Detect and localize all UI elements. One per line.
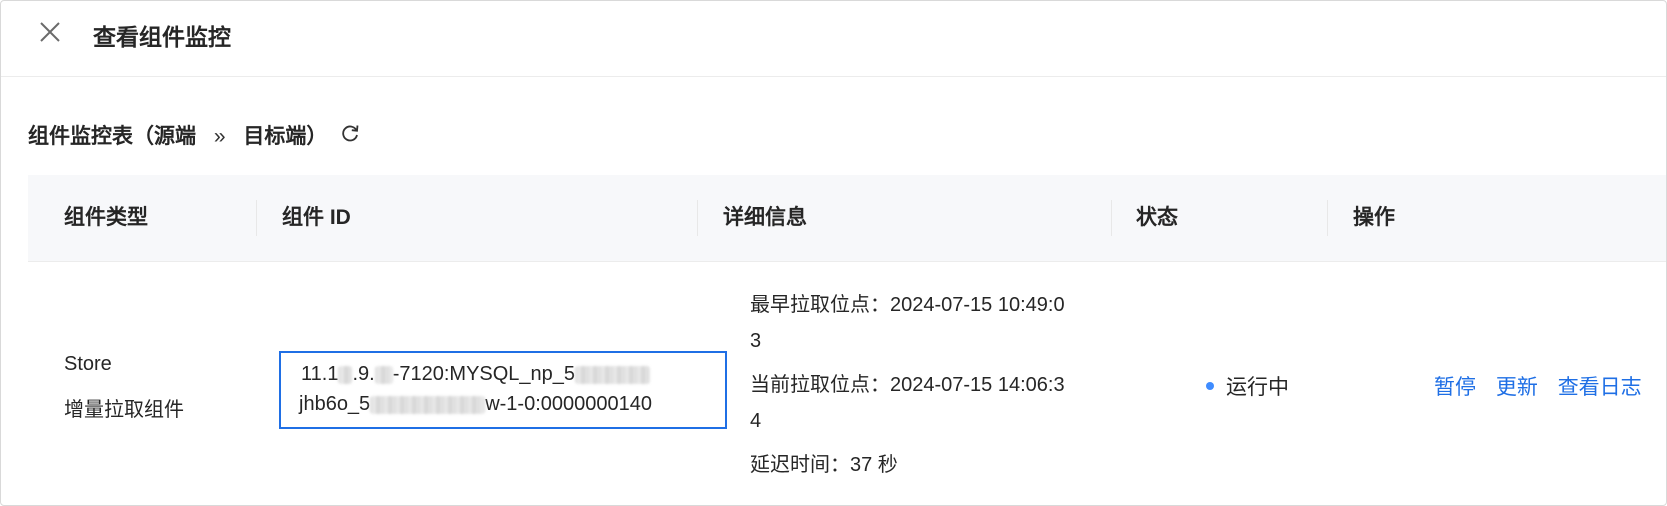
component-type-line1: Store bbox=[64, 353, 112, 375]
column-header-status: 状态 bbox=[1136, 206, 1178, 229]
column-divider bbox=[697, 200, 698, 236]
row-actions: 暂停 更新 查看日志 bbox=[1434, 371, 1656, 401]
close-icon[interactable] bbox=[37, 19, 63, 45]
current-position: 当前拉取位点：2024-07-15 14:06:3 bbox=[750, 374, 1065, 396]
column-divider bbox=[1111, 200, 1112, 236]
update-button[interactable]: 更新 bbox=[1496, 376, 1538, 399]
dialog-header: 查看组件监控 bbox=[1, 1, 1666, 77]
column-header-detail: 详细信息 bbox=[723, 206, 807, 229]
redacted-blur bbox=[374, 365, 393, 384]
section-title-suffix: 目标端） bbox=[243, 125, 328, 148]
status-text: 运行中 bbox=[1226, 376, 1289, 399]
component-id[interactable]: 11.1 .9. -7120:MYSQL_np_5 jhb6o_5 w-1-0:000… bbox=[279, 351, 727, 429]
component-type-line2: 增量拉取组件 bbox=[64, 399, 184, 421]
column-divider bbox=[256, 200, 257, 236]
status-badge: 运行中 bbox=[1206, 371, 1289, 401]
id-text: .9. bbox=[352, 363, 375, 385]
monitor-dialog: 查看组件监控 组件监控表（源端 » 目标端） 组件类型 组件 ID 详细信息 状… bbox=[0, 0, 1667, 506]
current-position-wrap: 4 bbox=[750, 410, 762, 432]
redacted-blur bbox=[370, 395, 486, 414]
column-header-type: 组件类型 bbox=[64, 206, 148, 229]
redacted-blur bbox=[575, 365, 651, 384]
earliest-position-wrap: 3 bbox=[750, 330, 762, 352]
component-id-line1: 11.1 .9. -7120:MYSQL_np_5 bbox=[301, 359, 715, 389]
id-text: 11.1 bbox=[301, 363, 339, 385]
column-header-id: 组件 ID bbox=[282, 206, 351, 229]
redacted-blur bbox=[338, 365, 353, 384]
component-type: Store 增量拉取组件 bbox=[64, 341, 184, 433]
id-text: -7120:MYSQL_np_5 bbox=[392, 363, 576, 385]
earliest-position: 最早拉取位点：2024-07-15 10:49:0 bbox=[750, 294, 1065, 316]
refresh-icon[interactable] bbox=[339, 122, 361, 144]
status-dot bbox=[1206, 382, 1214, 391]
dialog-title: 查看组件监控 bbox=[93, 24, 231, 50]
detail-info: 最早拉取位点：2024-07-15 10:49:0 3 当前拉取位点：2024-… bbox=[750, 287, 1065, 483]
component-id-line2: jhb6o_5 w-1-0:0000000140 bbox=[299, 389, 715, 419]
delay-time: 延迟时间：37 秒 bbox=[750, 454, 898, 476]
table-header: 组件类型 组件 ID 详细信息 状态 操作 bbox=[28, 175, 1666, 262]
column-header-actions: 操作 bbox=[1353, 206, 1395, 229]
view-logs-button[interactable]: 查看日志 bbox=[1558, 376, 1642, 399]
section-title-prefix: 组件监控表（源端 bbox=[28, 125, 196, 148]
id-text: jhb6o_5 bbox=[299, 393, 371, 415]
column-divider bbox=[1327, 200, 1328, 236]
id-text: w-1-0:0000000140 bbox=[485, 393, 652, 415]
arrow-separator: » bbox=[213, 125, 226, 148]
section-title: 组件监控表（源端 » 目标端） bbox=[28, 120, 327, 150]
pause-button[interactable]: 暂停 bbox=[1434, 376, 1476, 399]
